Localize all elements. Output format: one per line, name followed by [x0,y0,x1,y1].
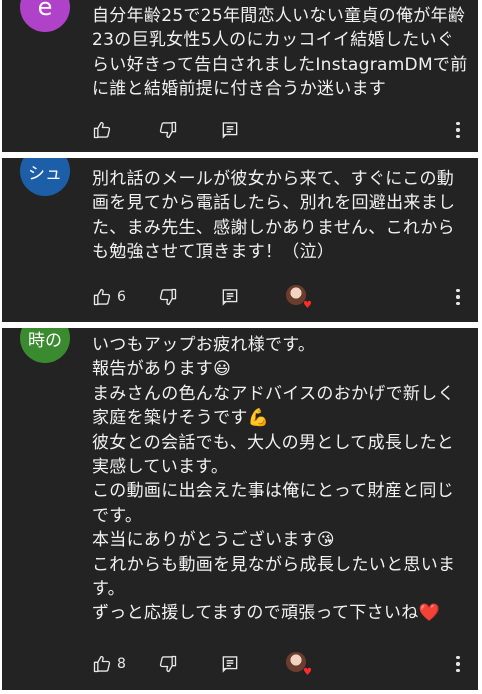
creator-heart: ♥ [286,285,312,311]
avatar[interactable]: シュ [20,158,70,196]
dislike-button[interactable] [158,287,220,307]
more-options-button[interactable] [450,652,466,676]
like-button[interactable]: 6 [92,287,158,307]
comment-text: 別れ話のメールが彼女から来て、すぐにこの動画を見てから電話したら、別れを回避出来… [92,169,456,263]
like-count: 8 [117,656,126,672]
reply-icon [222,122,238,139]
more-options-button[interactable] [450,285,466,309]
comment-card: シュ 別れ話のメールが彼女から来て、すぐにこの動画を見てから電話したら、別れを回… [2,158,478,322]
comment-actions: 8 ♥ [92,650,470,678]
comment-text: 自分年齢25で25年間恋人いない童貞の俺が年齢23の巨乳女性5人のにカッコイイ結… [92,6,468,100]
avatar[interactable]: e [20,0,70,32]
dislike-button[interactable] [158,120,220,140]
thumb-down-icon [159,288,177,306]
avatar-initial: 時の [28,330,62,351]
comment-card: 時の いつもアップお疲れ様です。 報告があります😃 まみさんの色んなアドバイスの… [2,328,478,690]
more-options-button[interactable] [450,118,466,142]
reply-icon [222,656,238,673]
comment-actions [92,116,470,144]
avatar-initial: シュ [28,163,62,184]
like-button[interactable]: 8 [92,654,158,674]
reply-button[interactable] [220,120,286,140]
thumb-up-icon [93,121,111,139]
more-vert-icon [456,121,460,126]
thumb-up-icon [93,288,111,306]
creator-heart-icon: ♥ [303,300,312,311]
more-vert-icon [456,655,460,660]
comment-text: いつもアップお疲れ様です。 報告があります😃 まみさんの色んなアドバイスのおかげ… [92,335,456,624]
dislike-button[interactable] [158,654,220,674]
avatar-initial: e [37,0,53,21]
comment-card: e 自分年齢25で25年間恋人いない童貞の俺が年齢23の巨乳女性5人のにカッコイ… [2,0,478,152]
thumb-down-icon [159,121,177,139]
creator-heart: ♥ [286,652,312,678]
avatar[interactable]: 時の [20,328,70,363]
creator-heart-icon: ♥ [303,667,312,678]
like-button[interactable] [92,120,158,140]
reply-button[interactable] [220,654,286,674]
reply-icon [222,289,238,306]
thumb-down-icon [159,655,177,673]
thumb-up-icon [93,655,111,673]
reply-button[interactable] [220,287,286,307]
like-count: 6 [117,289,126,305]
comment-actions: 6 ♥ [92,283,470,311]
more-vert-icon [456,288,460,293]
